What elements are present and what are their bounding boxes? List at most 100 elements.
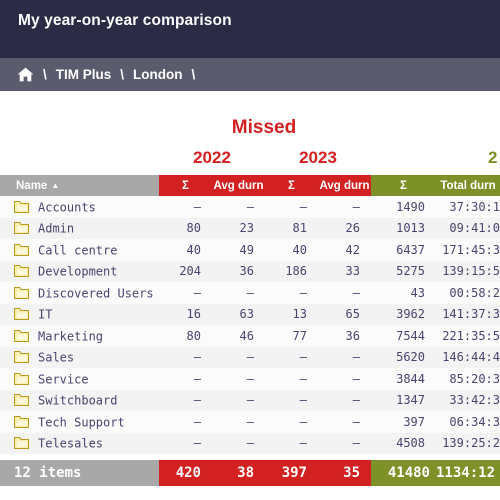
cell-total-2024-durn: 146:44:4	[436, 346, 500, 368]
cell-total-2024-sum: 1013	[371, 217, 436, 239]
cell-name-label: Marketing	[38, 329, 104, 343]
home-icon[interactable]	[17, 67, 34, 82]
cell-total-2024-sum: 1490	[371, 196, 436, 218]
cell-name[interactable]: IT	[0, 303, 159, 325]
table-row[interactable]: Development 204 36 186 33 5275 139:15:5	[0, 260, 500, 282]
folder-icon	[14, 200, 29, 213]
folder-icon	[14, 372, 29, 385]
cell-missed-2022-sum: –	[159, 432, 212, 454]
breadcrumb: \ TIM Plus \ London \	[0, 58, 500, 91]
cell-missed-2023-avg: –	[318, 411, 371, 433]
group-heading-year-2022: 2022	[193, 148, 231, 167]
breadcrumb-separator-2: \	[120, 67, 125, 82]
cell-missed-2022-sum: –	[159, 282, 212, 304]
page-title: My year-on-year comparison	[18, 12, 232, 29]
group-heading-year-2023: 2023	[299, 148, 337, 167]
cell-name-label: Accounts	[38, 200, 96, 214]
table-row[interactable]: Admin 80 23 81 26 1013 09:41:0	[0, 217, 500, 239]
cell-name[interactable]: Marketing	[0, 325, 159, 347]
cell-name-label: Telesales	[38, 436, 104, 451]
table-footer-row: 12 items 420 38 397 35 41480 1134:12	[0, 460, 500, 486]
cell-name[interactable]: Development	[0, 260, 159, 282]
cell-missed-2023-sum: 13	[265, 303, 318, 325]
table-row[interactable]: Switchboard – – – –1347 33:42:3	[0, 389, 500, 411]
sort-ascending-icon: ▲	[51, 180, 60, 190]
cell-name[interactable]: Service	[0, 368, 159, 390]
column-header-name[interactable]: Name ▲	[0, 175, 159, 196]
cell-name[interactable]: Sales	[0, 346, 159, 368]
table-row[interactable]: Telesales – – – –4508 139:25:2	[0, 432, 500, 454]
cell-missed-2023-avg: 36	[318, 325, 371, 347]
table-row[interactable]: Discovered Users – – – –43 00:58:2	[0, 282, 500, 304]
cell-missed-2022-sum: –	[159, 411, 212, 433]
footer-missed-2022-avg: 38	[212, 460, 265, 486]
cell-name[interactable]: Switchboard	[0, 389, 159, 411]
cell-total-2024-sum: 5275	[371, 260, 436, 282]
cell-missed-2022-avg: –	[212, 346, 265, 368]
breadcrumb-item-london[interactable]: London	[133, 67, 182, 82]
cell-missed-2022-avg: 36	[212, 260, 265, 282]
cell-total-2024-sum: 1347	[371, 389, 436, 411]
folder-icon	[14, 329, 29, 342]
cell-total-2024-durn: 37:30:1	[436, 196, 500, 218]
cell-name[interactable]: Accounts	[0, 196, 159, 218]
column-header-total-2024-sum[interactable]: Σ	[371, 175, 436, 196]
table-row[interactable]: Accounts – – – –1490 37:30:1	[0, 196, 500, 218]
column-header-missed-2022-sum[interactable]: Σ	[159, 175, 212, 196]
cell-missed-2022-avg: 49	[212, 239, 265, 261]
cell-missed-2023-avg: –	[318, 282, 371, 304]
table-row[interactable]: Sales – – – –5620 146:44:4	[0, 346, 500, 368]
cell-missed-2022-sum: –	[159, 196, 212, 218]
cell-total-2024-durn: 33:42:3	[436, 389, 500, 411]
column-header-name-label: Name	[16, 179, 48, 192]
table-row[interactable]: Tech Support – – – –397 06:34:3	[0, 411, 500, 433]
cell-missed-2023-avg: 65	[318, 303, 371, 325]
table-header: Name ▲ Σ Avg durn Σ Avg durn Σ Total durn	[0, 175, 500, 196]
footer-total-2024-durn: 1134:12	[436, 460, 500, 486]
cell-missed-2022-sum: 40	[159, 239, 212, 261]
cell-missed-2023-sum: 186	[265, 260, 318, 282]
cell-missed-2023-avg: –	[318, 432, 371, 454]
cell-name[interactable]: Discovered Users	[0, 282, 159, 304]
folder-icon	[14, 264, 29, 277]
table-row[interactable]: Call centre 40 49 40 42 6437 171:45:3	[0, 239, 500, 261]
folder-icon	[14, 243, 29, 256]
table-row[interactable]: Service – – – –3844 85:20:3	[0, 368, 500, 390]
cell-name-label: Admin	[38, 221, 75, 236]
column-header-missed-2023-sum[interactable]: Σ	[265, 175, 318, 196]
cell-missed-2023-sum: –	[265, 282, 318, 304]
cell-total-2024-durn: 141:37:3	[436, 303, 500, 325]
column-header-missed-2022-avg[interactable]: Avg durn	[212, 175, 265, 196]
column-group-headings: Missed 2022 2023 2	[0, 91, 500, 175]
cell-missed-2022-avg: –	[212, 432, 265, 454]
cell-total-2024-sum: 397	[371, 411, 436, 433]
cell-total-2024-durn: 85:20:3	[436, 368, 500, 390]
column-header-missed-2023-avg[interactable]: Avg durn	[318, 175, 371, 196]
table-row[interactable]: Marketing 80 46 77 36 7544 221:35:5	[0, 325, 500, 347]
cell-missed-2023-avg: –	[318, 389, 371, 411]
table-row[interactable]: IT 16 63 13 65 3962 141:37:3	[0, 303, 500, 325]
breadcrumb-item-tim-plus[interactable]: TIM Plus	[56, 67, 112, 82]
cell-missed-2022-sum: –	[159, 346, 212, 368]
cell-missed-2023-avg: 33	[318, 260, 371, 282]
cell-missed-2023-sum: –	[265, 411, 318, 433]
folder-icon	[14, 393, 29, 406]
footer-total-2024-sum: 41480	[371, 460, 436, 486]
cell-missed-2023-sum: –	[265, 432, 318, 454]
cell-name[interactable]: Admin	[0, 217, 159, 239]
footer-missed-2022-sum: 420	[159, 460, 212, 486]
column-header-total-2024-durn[interactable]: Total durn	[436, 175, 500, 196]
cell-missed-2023-avg: –	[318, 346, 371, 368]
cell-name[interactable]: Tech Support	[0, 411, 159, 433]
cell-missed-2023-sum: 40	[265, 239, 318, 261]
cell-missed-2023-sum: 77	[265, 325, 318, 347]
table-body: Accounts – – – –1490 37:30:1 Admin 80 23 81 26 1013…	[0, 196, 500, 454]
cell-name[interactable]: Telesales	[0, 432, 159, 454]
cell-missed-2023-avg: 26	[318, 217, 371, 239]
cell-missed-2022-avg: –	[212, 282, 265, 304]
cell-total-2024-durn: 221:35:5	[436, 325, 500, 347]
cell-missed-2023-sum: –	[265, 368, 318, 390]
cell-name[interactable]: Call centre	[0, 239, 159, 261]
cell-total-2024-sum: 43	[371, 282, 436, 304]
cell-total-2024-durn: 06:34:3	[436, 411, 500, 433]
